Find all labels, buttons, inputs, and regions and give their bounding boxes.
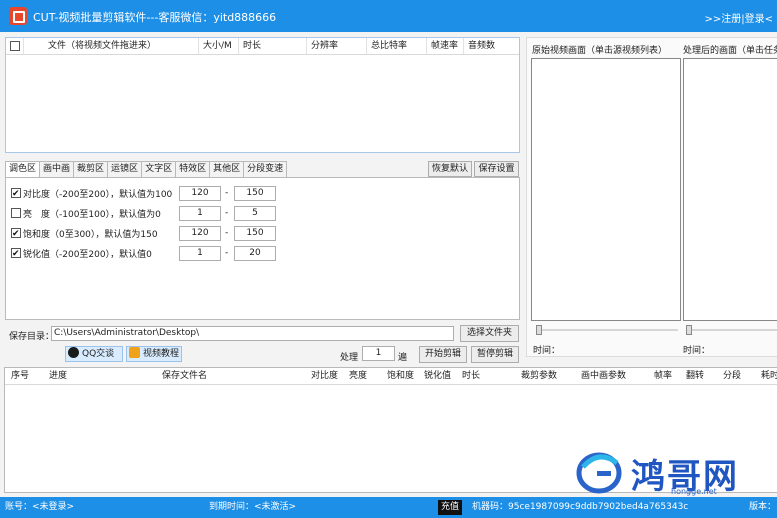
tab-motion[interactable]: 运镜区 <box>107 161 143 178</box>
qq-chat-button[interactable]: QQ交谈 <box>65 346 123 362</box>
sharpness-option: 锐化值（-200至200），默认值0 <box>11 247 152 262</box>
task-col-duration[interactable]: 时长 <box>462 368 480 384</box>
saturation-label: 饱和度（0至300），默认值为150 <box>23 230 158 240</box>
task-col-brightness[interactable]: 亮度 <box>349 368 367 384</box>
processed-time-label: 时间： <box>683 346 711 356</box>
sharpness-checkbox[interactable] <box>11 247 21 261</box>
contrast-max-input[interactable]: 150 <box>234 186 276 201</box>
tab-pip[interactable]: 画中画 <box>39 161 75 178</box>
brightness-max-input[interactable]: 5 <box>234 206 276 221</box>
size-col-header[interactable]: 大小/M <box>203 38 232 54</box>
range-dash: - <box>225 188 229 198</box>
range-dash: - <box>225 208 229 218</box>
tab-effects[interactable]: 特效区 <box>175 161 211 178</box>
brightness-label: 亮 度（-100至100），默认值为0 <box>23 210 161 220</box>
original-time-label: 时间： <box>533 346 561 356</box>
task-col-flip[interactable]: 翻转 <box>686 368 704 384</box>
framerate-col-header[interactable]: 帧速率 <box>431 38 458 54</box>
process-label: 处理 <box>340 353 359 363</box>
save-settings-button[interactable]: 保存设置 <box>474 161 519 177</box>
saturation-max-input[interactable]: 150 <box>234 226 276 241</box>
task-col-progress[interactable]: 进度 <box>49 368 67 384</box>
window-title: CUT-视频批量剪辑软件---客服微信：yitd888666 <box>33 11 277 24</box>
task-col-filename[interactable]: 保存文件名 <box>162 368 207 384</box>
saturation-checkbox[interactable] <box>11 227 21 241</box>
contrast-checkbox[interactable] <box>11 187 21 201</box>
contrast-option: 对比度（-200至200），默认值为100 <box>11 187 173 202</box>
tab-color[interactable]: 调色区 <box>5 161 41 178</box>
watermark-subtext: hongge.net <box>671 487 717 496</box>
task-col-contrast[interactable]: 对比度 <box>311 368 338 384</box>
audio-col-header[interactable]: 音频数 <box>468 38 495 54</box>
settings-tabs: 调色区 画中画 裁剪区 运镜区 文字区 特效区 其他区 分段变速 <box>5 161 288 178</box>
choose-folder-button[interactable]: 选择文件夹 <box>460 325 519 342</box>
task-col-framerate[interactable]: 帧率 <box>654 368 672 384</box>
video-tutorial-button[interactable]: 视频教程 <box>126 346 182 362</box>
account-status: 账号：<未登录> <box>5 502 75 512</box>
original-time-slider[interactable] <box>536 325 678 335</box>
process-unit: 遍 <box>398 353 408 363</box>
file-col-header[interactable]: 文件（将视频文件拖进来） <box>48 38 156 54</box>
sharpness-min-input[interactable]: 1 <box>179 246 221 261</box>
tab-text[interactable]: 文字区 <box>141 161 177 178</box>
version-label: 版本： <box>749 502 777 512</box>
pause-edit-button[interactable]: 暂停剪辑 <box>471 346 519 363</box>
tab-segment-speed[interactable]: 分段变速 <box>243 161 288 178</box>
status-bar: 账号：<未登录> 到期时间：<未激活> 充值 机器码：95ce1987099c9… <box>0 497 777 518</box>
brightness-option: 亮 度（-100至100），默认值为0 <box>11 208 161 222</box>
original-preview-title: 原始视频画面（单击源视频列表） <box>532 46 668 56</box>
restore-default-button[interactable]: 恢复默认 <box>428 161 472 177</box>
task-col-pip[interactable]: 画中画参数 <box>581 368 626 384</box>
processed-preview-title: 处理后的画面（单击任务 <box>683 46 777 56</box>
process-count-input[interactable]: 1 <box>362 346 395 361</box>
expiry-status: 到期时间：<未激活> <box>209 502 297 512</box>
start-edit-button[interactable]: 开始剪辑 <box>419 346 467 363</box>
task-col-saturation[interactable]: 饱和度 <box>387 368 414 384</box>
title-bar: CUT-视频批量剪辑软件---客服微信：yitd888666 >>注册|登录< <box>0 0 777 32</box>
file-list-table[interactable]: 文件（将视频文件拖进来） 大小/M 时长 分辨率 总比特率 帧速率 音频数 <box>5 37 520 153</box>
video-tutorial-label: 视频教程 <box>143 349 180 359</box>
resolution-col-header[interactable]: 分辨率 <box>311 38 338 54</box>
save-dir-label: 保存目录： <box>9 332 55 342</box>
range-dash: - <box>225 248 229 258</box>
bitrate-col-header[interactable]: 总比特率 <box>371 38 407 54</box>
task-col-sharpness[interactable]: 锐化值 <box>424 368 451 384</box>
tab-other[interactable]: 其他区 <box>209 161 245 178</box>
task-col-crop[interactable]: 裁剪参数 <box>521 368 557 384</box>
select-all-checkbox[interactable] <box>10 41 20 51</box>
sharpness-max-input[interactable]: 20 <box>234 246 276 261</box>
processed-video-preview <box>683 58 777 321</box>
tab-crop[interactable]: 裁剪区 <box>73 161 109 178</box>
duration-col-header[interactable]: 时长 <box>243 38 261 54</box>
saturation-min-input[interactable]: 120 <box>179 226 221 241</box>
register-login-link[interactable]: >>注册|登录< <box>704 10 773 25</box>
qq-penguin-icon <box>68 347 79 358</box>
brightness-min-input[interactable]: 1 <box>179 206 221 221</box>
qq-chat-label: QQ交谈 <box>82 349 115 359</box>
saturation-option: 饱和度（0至300），默认值为150 <box>11 227 158 242</box>
original-video-preview <box>531 58 681 321</box>
processed-time-slider[interactable] <box>686 325 777 335</box>
task-col-index[interactable]: 序号 <box>11 368 29 384</box>
brightness-checkbox[interactable] <box>11 208 21 218</box>
watermark-logo: 鸿哥网 hongge.net <box>575 445 777 497</box>
task-col-segment[interactable]: 分段 <box>723 368 741 384</box>
contrast-min-input[interactable]: 120 <box>179 186 221 201</box>
task-col-elapsed[interactable]: 耗时 <box>761 368 777 384</box>
sharpness-label: 锐化值（-200至200），默认值0 <box>23 250 152 260</box>
range-dash: - <box>225 228 229 238</box>
charge-button[interactable]: 充值 <box>438 500 463 515</box>
machine-code: 机器码：95ce1987099c9ddb7902bed4a765343c <box>472 502 689 512</box>
app-logo-icon <box>9 7 27 25</box>
contrast-label: 对比度（-200至200），默认值为100 <box>23 190 173 200</box>
video-play-icon <box>129 347 140 358</box>
save-dir-input[interactable]: C:\Users\Administrator\Desktop\ <box>51 326 454 341</box>
